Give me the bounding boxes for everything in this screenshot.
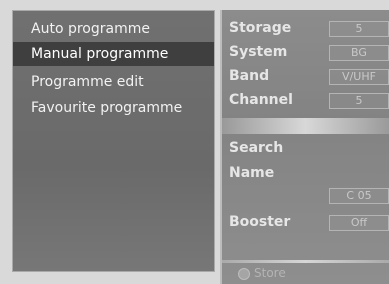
channel-label: Channel [229, 92, 293, 108]
band-value[interactable]: V/UHF [329, 69, 389, 85]
tv-menu-screen: Auto programme Manual programme Programm… [0, 0, 389, 284]
manual-programme-settings-panel: Storage 5 System BG Band V/UHF Channel 5… [220, 10, 389, 284]
store-button-icon [238, 268, 250, 280]
highlight-band [222, 118, 389, 134]
name-value[interactable]: C 05 [329, 188, 389, 204]
main-menu-panel: Auto programme Manual programme Programm… [12, 10, 215, 272]
booster-value[interactable]: Off [329, 215, 389, 231]
storage-value[interactable]: 5 [329, 21, 389, 37]
footer-divider [222, 260, 389, 263]
menu-item-favourite-programme[interactable]: Favourite programme [13, 96, 214, 120]
system-label: System [229, 44, 288, 60]
booster-label: Booster [229, 214, 291, 230]
menu-item-programme-edit[interactable]: Programme edit [13, 70, 214, 94]
storage-label: Storage [229, 20, 292, 36]
search-label[interactable]: Search [229, 140, 283, 156]
channel-value[interactable]: 5 [329, 93, 389, 109]
name-label: Name [229, 165, 275, 181]
system-value[interactable]: BG [329, 45, 389, 61]
store-label[interactable]: Store [254, 266, 286, 280]
menu-item-manual-programme[interactable]: Manual programme [13, 42, 214, 66]
band-label: Band [229, 68, 270, 84]
menu-item-auto-programme[interactable]: Auto programme [13, 17, 214, 41]
